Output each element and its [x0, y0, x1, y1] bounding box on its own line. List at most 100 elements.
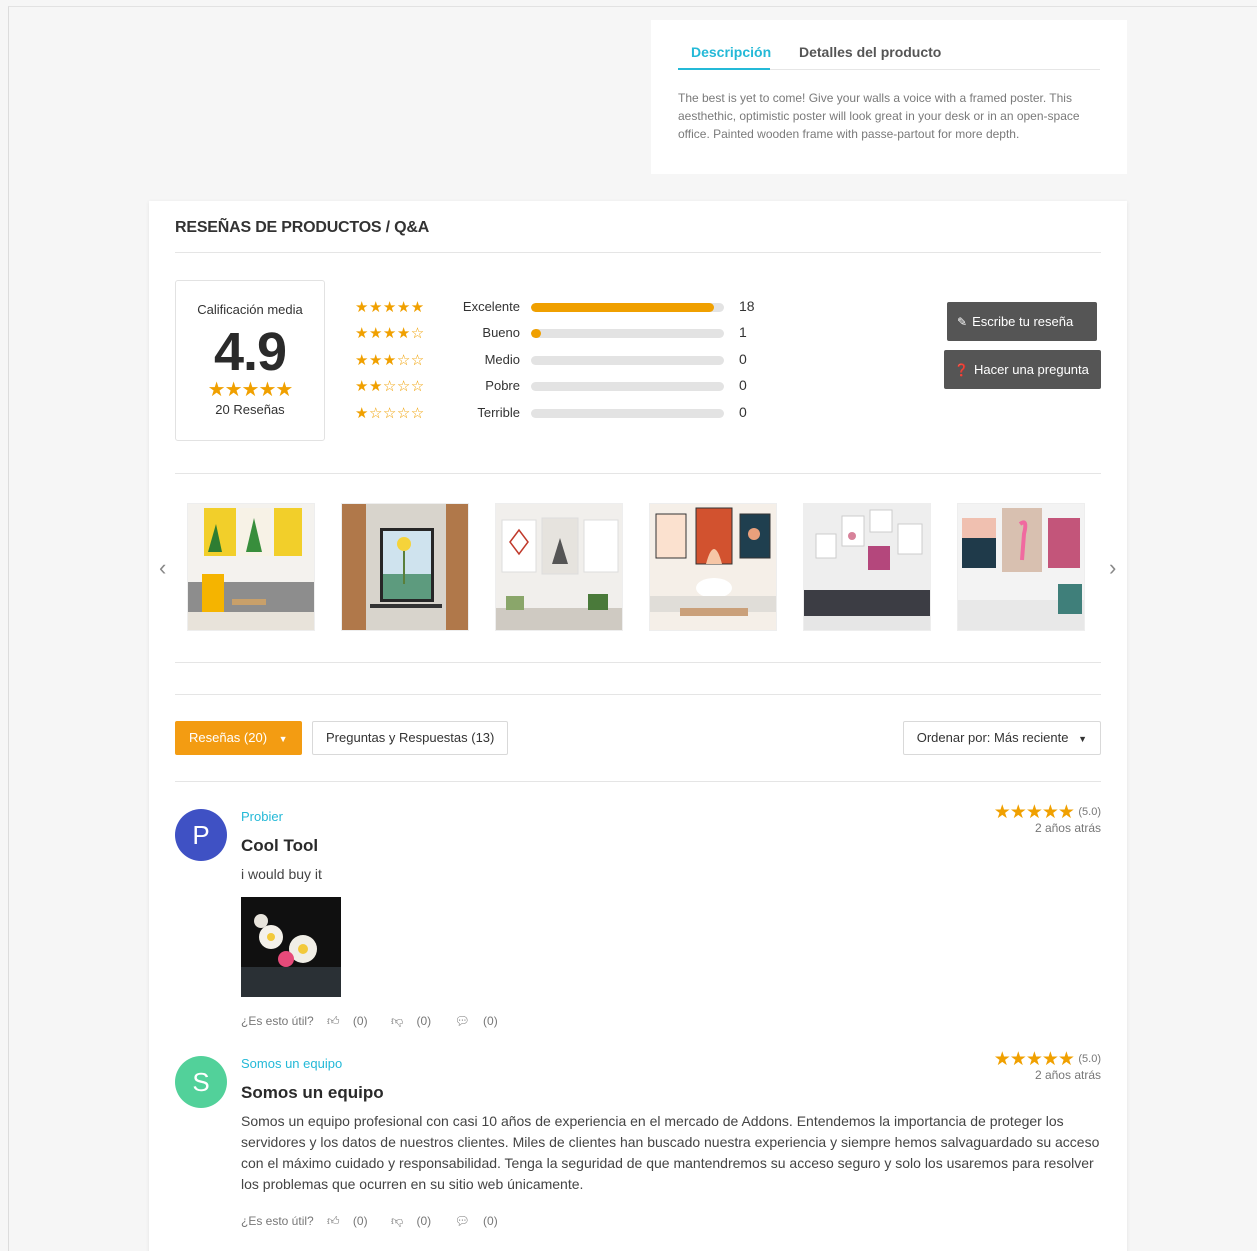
- like-button[interactable]: 👍︎ (0): [327, 1014, 378, 1028]
- row-stars: ★★★★☆: [355, 325, 425, 342]
- qa-filter-button[interactable]: Preguntas y Respuestas (13): [312, 721, 509, 755]
- description-text: The best is yet to come! Give your walls…: [678, 91, 1080, 141]
- dislike-button[interactable]: 👎︎ (0): [391, 1014, 441, 1028]
- yellow-living-room-image: [188, 504, 314, 630]
- helpful-question: ¿Es esto útil?: [241, 1014, 314, 1028]
- review-body: Somos un equipo profesional con casi 10 …: [241, 1113, 1100, 1192]
- ask-question-label: Hacer una pregunta: [973, 362, 1089, 377]
- carousel-thumbnail[interactable]: [187, 503, 315, 631]
- review-rating: ★★★★★ (5.0) 2 años atrás: [994, 801, 1101, 835]
- row-stars: ★★★☆☆: [355, 352, 425, 369]
- carousel-next-arrow[interactable]: ›: [1109, 555, 1116, 581]
- divider: [175, 781, 1101, 782]
- review-photo[interactable]: [241, 897, 341, 997]
- divider: [175, 473, 1101, 474]
- caret-down-icon: ▼: [1078, 734, 1087, 744]
- flamingo-coastal-posters-image: [958, 504, 1084, 630]
- distribution-row: ★★☆☆☆ Pobre 0: [355, 377, 775, 397]
- page-frame: Descripción Detalles del producto The be…: [8, 6, 1257, 1251]
- thumbs-up-icon: 👍︎: [327, 1014, 343, 1028]
- distribution-row: ★★★★★ Excelente 18: [355, 298, 775, 318]
- tab-product-details[interactable]: Detalles del producto: [799, 44, 941, 60]
- write-review-button[interactable]: ✎ Escribe tu reseña: [947, 302, 1097, 341]
- review-body: i would buy it: [241, 866, 322, 882]
- row-stars: ★☆☆☆☆: [355, 405, 425, 422]
- average-rating-value: 4.9: [213, 322, 287, 382]
- distribution-row: ★★★☆☆ Medio 0: [355, 351, 775, 371]
- review-item: S Somos un equipo Somos un equipo Somos …: [175, 1049, 1101, 1251]
- review-title: Cool Tool: [241, 836, 319, 855]
- row-stars: ★★★★★: [355, 299, 425, 316]
- row-label: Bueno: [482, 325, 520, 340]
- dislike-count: (0): [416, 1214, 432, 1228]
- row-bar: [531, 356, 724, 365]
- comment-count: (0): [483, 1214, 498, 1228]
- sort-dropdown[interactable]: Ordenar por: Más reciente ▼: [902, 721, 1101, 755]
- sort-label: Ordenar por: Más reciente: [916, 730, 1069, 745]
- reviews-filter-button[interactable]: Reseñas (20) ▼: [175, 721, 302, 755]
- like-count: (0): [352, 1214, 368, 1228]
- review-title: Somos un equipo: [241, 1083, 384, 1102]
- reviews-card: RESEÑAS DE PRODUCTOS / Q&A Calificación …: [149, 201, 1127, 1251]
- avatar: P: [175, 809, 227, 861]
- comment-icon: 💬︎: [454, 1214, 474, 1228]
- review-count: 20 Reseñas: [215, 402, 285, 417]
- geometric-deer-posters-image: [496, 504, 622, 630]
- review-author[interactable]: Somos un equipo: [241, 1056, 342, 1071]
- pencil-icon: ✎: [957, 315, 968, 329]
- carousel-thumbnail[interactable]: [495, 503, 623, 631]
- average-rating-label: Calificación media: [197, 302, 303, 317]
- review-stars: ★★★★★: [993, 802, 1075, 823]
- carousel-thumbnail[interactable]: [803, 503, 931, 631]
- review-item: P Probier Cool Tool i would buy it ★★★★★…: [175, 802, 1101, 1039]
- review-author[interactable]: Probier: [241, 809, 283, 824]
- row-count: 1: [739, 324, 747, 340]
- reviews-heading: RESEÑAS DE PRODUCTOS / Q&A: [175, 219, 430, 236]
- row-bar: [531, 382, 724, 391]
- row-bar: [531, 409, 724, 418]
- row-bar: [531, 303, 724, 312]
- comment-button[interactable]: 💬︎ (0): [454, 1214, 507, 1228]
- divider: [175, 694, 1101, 695]
- dislike-count: (0): [416, 1014, 432, 1028]
- avatar: S: [175, 1056, 227, 1108]
- like-button[interactable]: 👍︎ (0): [327, 1214, 378, 1228]
- thumbs-down-icon: 👎︎: [390, 1014, 407, 1028]
- question-circle-icon: ❓: [954, 363, 969, 377]
- row-count: 0: [739, 404, 747, 420]
- row-bar: [531, 329, 724, 338]
- review-stars: ★★★★★: [993, 1049, 1075, 1070]
- comment-icon: 💬︎: [454, 1014, 474, 1028]
- carousel-thumbnail[interactable]: [341, 503, 469, 631]
- comment-button[interactable]: 💬︎ (0): [454, 1014, 507, 1028]
- flower-photo-image: [241, 897, 341, 997]
- carousel-prev-arrow[interactable]: ‹: [159, 555, 166, 581]
- carousel-thumbnail[interactable]: [649, 503, 777, 631]
- row-count: 18: [739, 298, 755, 314]
- active-tab-underline: [678, 68, 770, 70]
- review-rating: ★★★★★ (5.0) 2 años atrás: [994, 1048, 1101, 1082]
- row-stars: ★★☆☆☆: [355, 378, 425, 395]
- row-bar-fill: [531, 303, 715, 312]
- average-rating-box: Calificación media 4.9 ★★★★★ 20 Reseñas: [175, 280, 325, 441]
- review-actions: ¿Es esto útil? 👍︎ (0) 👎︎ (0) 💬︎ (0): [241, 1014, 518, 1029]
- divider: [175, 662, 1101, 663]
- average-rating-stars: ★★★★★: [207, 379, 294, 401]
- comment-count: (0): [483, 1014, 498, 1028]
- review-score: (5.0): [1078, 1053, 1101, 1065]
- divider: [175, 252, 1101, 253]
- flower-frame-hallway-image: [342, 504, 468, 630]
- row-count: 0: [739, 351, 747, 367]
- helpful-question: ¿Es esto útil?: [241, 1214, 314, 1228]
- ask-question-button[interactable]: ❓ Hacer una pregunta: [944, 350, 1101, 389]
- row-bar-fill: [531, 329, 541, 338]
- row-label: Medio: [484, 352, 520, 367]
- tab-description[interactable]: Descripción: [691, 44, 771, 60]
- row-count: 0: [739, 377, 747, 393]
- abstract-arches-posters-image: [650, 504, 776, 630]
- carousel-thumbnail[interactable]: [957, 503, 1085, 631]
- dislike-button[interactable]: 👎︎ (0): [391, 1214, 441, 1228]
- row-label: Pobre: [485, 378, 520, 393]
- review-actions: ¿Es esto útil? 👍︎ (0) 👎︎ (0) 💬︎ (0): [241, 1214, 518, 1229]
- thumbs-down-icon: 👎︎: [390, 1214, 407, 1228]
